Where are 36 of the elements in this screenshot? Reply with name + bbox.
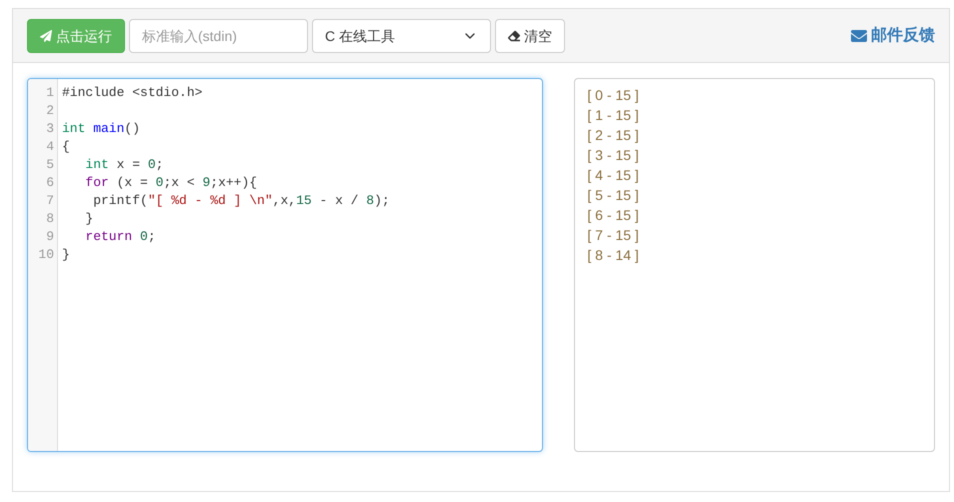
- line-number: 7: [45, 192, 55, 210]
- output-line: [ 2 - 15 ]: [587, 126, 640, 145]
- code-line: int main(): [62, 120, 142, 138]
- clear-button[interactable]: 清空: [495, 18, 565, 52]
- code-editor[interactable]: 1 2 3 4 5 6 7 8 9 10 #include <stdio.h> int main() { int x = 0; for (x = 0;x < 9;x++){ printf("[ %d - %d ] \n",x,15 - x / 8); } return 0; }: [27, 78, 544, 452]
- output-line: [ 5 - 15 ]: [587, 186, 640, 205]
- line-number: 4: [45, 138, 55, 156]
- envelope-icon: [851, 28, 867, 44]
- stdin-field[interactable]: 标准输入(stdin): [129, 18, 308, 52]
- code-line: for (x = 0;x < 9;x++){: [84, 174, 258, 192]
- line-number: 3: [45, 120, 55, 138]
- code-line: printf("[ %d - %d ] \n",x,15 - x / 8);: [92, 192, 390, 210]
- line-number: 2: [45, 102, 55, 120]
- output-line: [ 6 - 15 ]: [587, 206, 640, 225]
- line-number: 10: [37, 246, 55, 264]
- code-line: #include <stdio.h>: [62, 84, 204, 102]
- paper-plane-icon: [40, 30, 52, 42]
- line-number: 1: [45, 84, 55, 102]
- line-number: 6: [45, 174, 55, 192]
- output-line: [ 1 - 15 ]: [587, 106, 640, 125]
- feedback-link[interactable]: 邮件反馈: [851, 24, 935, 48]
- output-line: [ 0 - 15 ]: [587, 86, 640, 105]
- output-line: [ 4 - 15 ]: [587, 166, 640, 185]
- code-line: }: [62, 246, 71, 264]
- eraser-icon: [508, 30, 520, 42]
- code-line: return 0;: [84, 228, 157, 246]
- line-number: 9: [45, 228, 55, 246]
- output-line: [ 7 - 15 ]: [587, 226, 640, 245]
- code-line: }: [84, 210, 94, 228]
- language-select[interactable]: C 在线工具: [312, 18, 491, 52]
- output-line: [ 3 - 15 ]: [587, 146, 640, 165]
- line-number: 8: [45, 210, 55, 228]
- output-line: [ 8 - 14 ]: [587, 246, 640, 265]
- code-line: {: [62, 138, 71, 156]
- line-number: 5: [45, 156, 55, 174]
- code-line: int x = 0;: [84, 156, 164, 174]
